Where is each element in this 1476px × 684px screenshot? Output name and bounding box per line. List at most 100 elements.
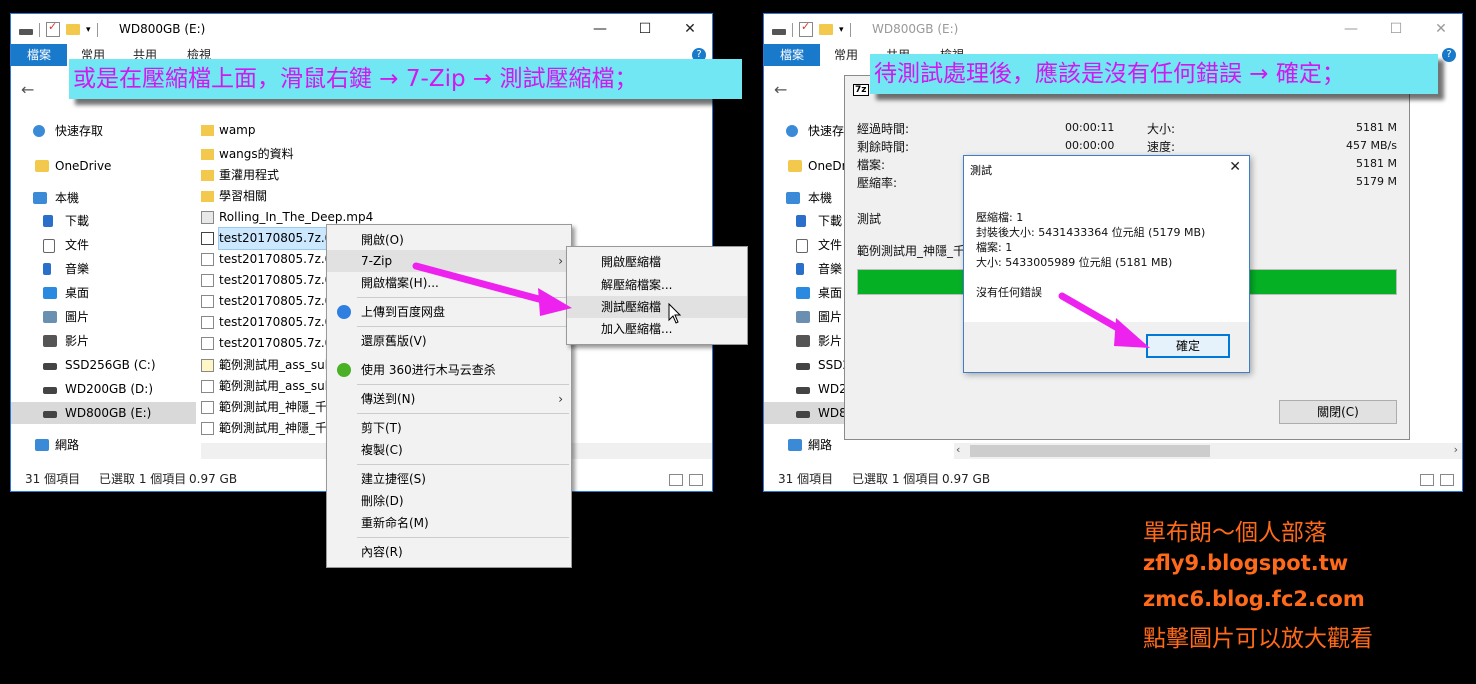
file-icon xyxy=(201,422,214,435)
menu-item-extract-files[interactable]: 解壓縮檔案... xyxy=(567,274,747,296)
size-value: 5181 M xyxy=(1356,121,1397,134)
speed-value: 457 MB/s xyxy=(1346,139,1397,152)
nav-item-desktop[interactable]: 桌面 xyxy=(11,282,196,304)
back-arrow-icon[interactable]: ← xyxy=(21,80,34,99)
menu-item-restore-previous[interactable]: 還原舊版(V) xyxy=(327,330,571,352)
menu-item-open[interactable]: 開啟(O) xyxy=(327,229,571,251)
help-icon[interactable]: ? xyxy=(1442,48,1456,62)
file-icon xyxy=(201,380,214,393)
tab-home[interactable]: 常用 xyxy=(834,44,858,66)
mouse-cursor-icon xyxy=(668,302,682,324)
close-button[interactable]: 關閉(C) xyxy=(1279,400,1397,424)
scrollbar-thumb[interactable] xyxy=(970,445,1210,457)
action-label: 測試 xyxy=(857,212,882,226)
drive-icon xyxy=(43,411,57,418)
status-bar: 31 個項目 已選取 1 個項目 0.97 GB xyxy=(764,467,1462,491)
nav-item-documents[interactable]: 文件 xyxy=(11,234,196,256)
title-bar: ▾ WD800GB (E:) — ☐ ✕ xyxy=(764,14,1462,44)
files-line: 檔案: 1 xyxy=(976,241,1013,254)
close-button[interactable]: ✕ xyxy=(1418,18,1462,40)
scroll-right-icon[interactable]: › xyxy=(1454,443,1458,456)
tab-file[interactable]: 檔案 xyxy=(11,44,67,66)
nav-item-downloads[interactable]: 下載 xyxy=(11,210,196,232)
nav-item-network[interactable]: 網路 xyxy=(11,434,196,456)
nav-pane: 快速存取 OneDrive 本機 下載 文件 音樂 桌面 圖片 影片 SSD25… xyxy=(11,120,196,459)
details-view-icon[interactable] xyxy=(669,474,683,486)
menu-item-360-scan[interactable]: 使用 360进行木马云查杀 xyxy=(327,359,571,381)
menu-item-create-shortcut[interactable]: 建立捷徑(S) xyxy=(327,468,571,490)
nav-item-drive-e[interactable]: WD800GB (E:) xyxy=(11,402,196,424)
chevron-down-icon[interactable]: ▾ xyxy=(86,25,91,35)
drive-icon xyxy=(43,387,57,394)
nav-item-pictures[interactable]: 圖片 xyxy=(11,306,196,328)
properties-icon[interactable] xyxy=(46,20,60,37)
360-shield-icon xyxy=(337,363,351,377)
pictures-icon xyxy=(796,311,810,323)
drive-icon xyxy=(19,28,33,35)
drive-icon xyxy=(796,411,810,418)
nav-item-quick-access[interactable]: 快速存取 xyxy=(11,120,196,142)
7zip-logo-icon: 7z xyxy=(853,84,869,96)
close-button[interactable]: ✕ xyxy=(667,18,712,40)
archives-line: 壓縮檔: 1 xyxy=(976,211,1024,224)
large-icons-view-icon[interactable] xyxy=(689,474,703,486)
menu-item-cut[interactable]: 剪下(T) xyxy=(327,417,571,439)
nav-item-videos[interactable]: 影片 xyxy=(11,330,196,352)
download-icon xyxy=(43,215,53,227)
menu-item-send-to[interactable]: 傳送到(N) › xyxy=(327,388,571,410)
details-view-icon[interactable] xyxy=(1420,474,1434,486)
music-icon xyxy=(43,263,51,275)
properties-icon[interactable] xyxy=(799,20,813,37)
nav-item-drive-c[interactable]: SSD256GB (C:) xyxy=(11,354,196,376)
desktop-icon xyxy=(43,287,57,299)
ratio-label: 壓縮率: xyxy=(857,176,898,190)
elapsed-value: 00:00:11 xyxy=(1065,121,1115,134)
video-file-icon xyxy=(201,211,214,224)
pictures-icon xyxy=(43,311,57,323)
menu-item-test-archive[interactable]: 測試壓縮檔 xyxy=(567,296,747,318)
video-icon xyxy=(43,335,57,347)
credit-zoom-hint: 點擊圖片可以放大觀看 xyxy=(1143,626,1373,652)
network-icon xyxy=(788,439,802,451)
selected-count: 已選取 1 個項目 xyxy=(852,472,940,486)
maximize-button[interactable]: ☐ xyxy=(622,18,668,40)
maximize-button[interactable]: ☐ xyxy=(1373,18,1419,40)
item-count: 31 個項目 xyxy=(778,472,834,486)
minimize-button[interactable]: — xyxy=(1328,18,1374,40)
credit-blog-name: 單布朗～個人部落 xyxy=(1143,520,1327,546)
minimize-button[interactable]: — xyxy=(577,18,623,40)
ok-button[interactable]: 確定 xyxy=(1146,334,1230,358)
chevron-down-icon[interactable]: ▾ xyxy=(839,25,844,35)
nav-item-drive-d[interactable]: WD200GB (D:) xyxy=(11,378,196,400)
baidu-cloud-icon xyxy=(337,305,351,319)
annotation-arrow-left xyxy=(412,262,572,316)
menu-item-copy[interactable]: 複製(C) xyxy=(327,439,571,461)
drive-icon xyxy=(796,387,810,394)
size-line: 大小: 5433005989 位元組 (5181 MB) xyxy=(976,256,1173,269)
close-icon[interactable]: ✕ xyxy=(1229,159,1241,175)
nav-item-music[interactable]: 音樂 xyxy=(11,258,196,280)
menu-item-add-to-archive[interactable]: 加入壓縮檔... xyxy=(567,318,747,340)
music-icon xyxy=(796,263,804,275)
file-icon xyxy=(201,316,214,329)
folder-icon xyxy=(201,170,214,181)
new-folder-icon[interactable] xyxy=(819,24,833,35)
scroll-left-icon[interactable]: ‹ xyxy=(956,443,960,456)
menu-item-rename[interactable]: 重新命名(M) xyxy=(327,512,571,534)
nav-item-onedrive[interactable]: OneDrive xyxy=(11,155,196,177)
current-file-label: 範例測試用_神隱_千 xyxy=(857,244,966,258)
new-folder-icon[interactable] xyxy=(66,24,80,35)
tab-file[interactable]: 檔案 xyxy=(764,44,820,66)
credit-url-1: zfly9.blogspot.tw xyxy=(1143,551,1349,575)
large-icons-view-icon[interactable] xyxy=(1440,474,1454,486)
menu-item-properties[interactable]: 內容(R) xyxy=(327,541,571,563)
pc-icon xyxy=(33,192,47,204)
menu-item-open-archive[interactable]: 開啟壓縮檔 xyxy=(567,251,747,273)
menu-item-delete[interactable]: 刪除(D) xyxy=(327,490,571,512)
horizontal-scrollbar[interactable]: ‹ › xyxy=(954,443,1462,459)
nav-item-this-pc[interactable]: 本機 xyxy=(11,187,196,209)
back-arrow-icon[interactable]: ← xyxy=(774,80,787,99)
selected-count: 已選取 1 個項目 xyxy=(99,472,187,486)
folder-icon xyxy=(201,149,214,160)
document-icon xyxy=(796,239,808,253)
